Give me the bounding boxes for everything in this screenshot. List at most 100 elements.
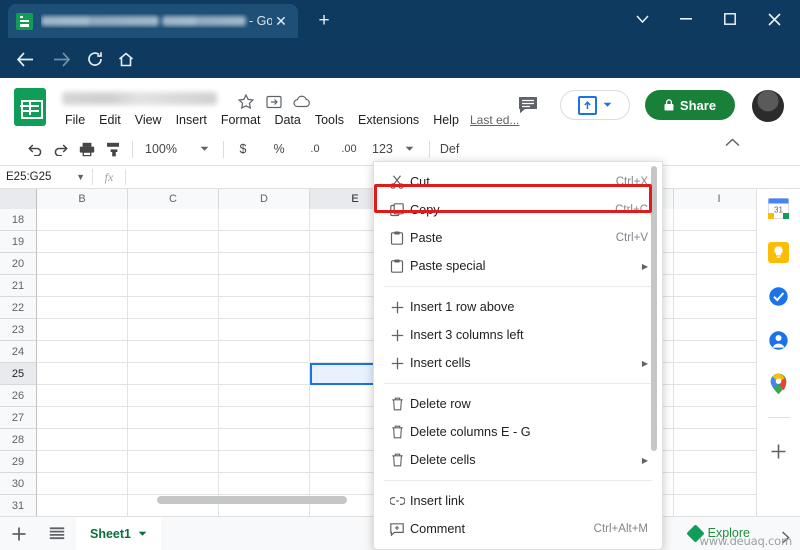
google-contacts-icon[interactable] bbox=[768, 329, 790, 351]
menu-format[interactable]: Format bbox=[214, 110, 268, 130]
context-menu-item-insert-row-above[interactable]: Insert 1 row above bbox=[374, 293, 662, 321]
google-tasks-icon[interactable] bbox=[768, 285, 790, 307]
google-maps-icon[interactable] bbox=[768, 373, 790, 395]
row-header-20[interactable]: 20 bbox=[0, 253, 37, 275]
select-all-corner[interactable] bbox=[0, 189, 37, 209]
browser-tab[interactable]: - Google Sh ✕ bbox=[8, 4, 298, 38]
row-header-19[interactable]: 19 bbox=[0, 231, 37, 253]
chevron-down-icon[interactable] bbox=[191, 137, 217, 161]
row-header-29[interactable]: 29 bbox=[0, 451, 37, 473]
comment-icon[interactable] bbox=[515, 92, 541, 118]
increase-decimal-button[interactable]: .00 bbox=[336, 137, 362, 161]
row-header-18[interactable]: 18 bbox=[0, 209, 37, 231]
row-header-31[interactable]: 31 bbox=[0, 495, 37, 517]
name-box[interactable]: E25:G25 ▼ bbox=[0, 165, 92, 189]
context-menu-scrollbar[interactable] bbox=[651, 166, 657, 451]
back-arrow-icon[interactable] bbox=[12, 46, 38, 72]
row-header-27[interactable]: 27 bbox=[0, 407, 37, 429]
present-button[interactable] bbox=[560, 90, 630, 120]
move-to-folder-icon[interactable] bbox=[263, 90, 285, 112]
context-menu-divider bbox=[384, 383, 652, 384]
column-header-I[interactable]: I bbox=[674, 189, 765, 209]
column-header-B[interactable]: B bbox=[37, 189, 128, 209]
number-format-button[interactable]: 123 bbox=[368, 137, 397, 161]
row-header-26[interactable]: 26 bbox=[0, 385, 37, 407]
chevron-down-icon[interactable] bbox=[620, 0, 664, 38]
menu-file[interactable]: File bbox=[58, 110, 92, 130]
home-icon[interactable] bbox=[113, 46, 139, 72]
context-menu-label: Delete cells bbox=[410, 453, 476, 467]
sheets-toolbar: 100% $ % .0 .00 123 Def bbox=[0, 134, 800, 164]
close-icon[interactable] bbox=[752, 0, 796, 38]
reload-icon[interactable] bbox=[82, 46, 108, 72]
context-menu-item-delete-cells[interactable]: Delete cells ▶ bbox=[374, 446, 662, 474]
context-menu-item-insert-link[interactable]: Insert link bbox=[374, 487, 662, 515]
row-header-28[interactable]: 28 bbox=[0, 429, 37, 451]
menu-edit[interactable]: Edit bbox=[92, 110, 128, 130]
context-menu-item-copy[interactable]: Copy Ctrl+C bbox=[374, 196, 662, 224]
decrease-decimal-button[interactable]: .0 bbox=[302, 137, 328, 161]
menu-insert[interactable]: Insert bbox=[169, 110, 214, 130]
context-menu-label: Insert cells bbox=[410, 356, 471, 370]
paint-format-icon[interactable] bbox=[100, 137, 126, 161]
google-sheets-logo bbox=[14, 88, 46, 126]
sheet-tab-label: Sheet1 bbox=[90, 526, 131, 541]
percent-format-button[interactable]: % bbox=[266, 137, 292, 161]
add-sheet-icon[interactable] bbox=[0, 517, 38, 550]
forward-arrow-icon[interactable] bbox=[48, 46, 74, 72]
row-header-23[interactable]: 23 bbox=[0, 319, 37, 341]
tab-strip: - Google Sh ✕ + bbox=[0, 0, 800, 38]
chevron-down-icon[interactable]: ▼ bbox=[76, 172, 85, 182]
row-header-25[interactable]: 25 bbox=[0, 363, 37, 385]
currency-format-button[interactable]: $ bbox=[230, 137, 256, 161]
undo-icon[interactable] bbox=[22, 137, 48, 161]
share-button[interactable]: Share bbox=[645, 90, 735, 120]
print-icon[interactable] bbox=[74, 137, 100, 161]
add-ons-plus-icon[interactable] bbox=[768, 440, 790, 462]
context-menu-item-insert-columns-left[interactable]: Insert 3 columns left bbox=[374, 321, 662, 349]
star-icon[interactable] bbox=[235, 90, 257, 112]
maximize-icon[interactable] bbox=[708, 0, 752, 38]
row-header-30[interactable]: 30 bbox=[0, 473, 37, 495]
menu-data[interactable]: Data bbox=[267, 110, 307, 130]
last-edit-link[interactable]: Last ed... bbox=[470, 113, 519, 127]
document-title[interactable] bbox=[62, 92, 217, 105]
horizontal-scroll-thumb[interactable] bbox=[157, 496, 347, 504]
row-header-24[interactable]: 24 bbox=[0, 341, 37, 363]
context-menu-item-paste[interactable]: Paste Ctrl+V bbox=[374, 224, 662, 252]
new-tab-button[interactable]: + bbox=[312, 9, 336, 33]
context-menu-item-insert-cells[interactable]: Insert cells ▶ bbox=[374, 349, 662, 377]
menu-bar: File Edit View Insert Format Data Tools … bbox=[58, 110, 466, 130]
collapse-caret-icon[interactable] bbox=[725, 138, 740, 147]
chevron-down-icon[interactable] bbox=[397, 137, 423, 161]
google-keep-icon[interactable] bbox=[768, 241, 790, 263]
redo-icon[interactable] bbox=[48, 137, 74, 161]
google-calendar-icon[interactable]: 31 bbox=[768, 197, 790, 219]
cloud-saved-icon[interactable] bbox=[291, 90, 313, 112]
context-menu[interactable]: Cut Ctrl+X Copy Ctrl+C Paste Ctrl+V Past… bbox=[373, 161, 663, 550]
context-menu-item-cut[interactable]: Cut Ctrl+X bbox=[374, 168, 662, 196]
context-menu-item-paste-special[interactable]: Paste special ▶ bbox=[374, 252, 662, 280]
close-icon[interactable]: ✕ bbox=[272, 12, 290, 30]
row-header-22[interactable]: 22 bbox=[0, 297, 37, 319]
minimize-icon[interactable] bbox=[664, 0, 708, 38]
chevron-down-icon[interactable] bbox=[138, 531, 147, 537]
sheet-tab-sheet1[interactable]: Sheet1 bbox=[76, 516, 161, 550]
menu-extensions[interactable]: Extensions bbox=[351, 110, 426, 130]
context-menu-item-delete-row[interactable]: Delete row bbox=[374, 390, 662, 418]
context-menu-label: Comment bbox=[410, 522, 465, 536]
all-sheets-icon[interactable] bbox=[38, 517, 76, 550]
column-header-C[interactable]: C bbox=[128, 189, 219, 209]
context-menu-label: Cut bbox=[410, 175, 430, 189]
row-header-21[interactable]: 21 bbox=[0, 275, 37, 297]
font-family-button[interactable]: Def bbox=[436, 137, 463, 161]
zoom-level[interactable]: 100% bbox=[139, 137, 191, 161]
menu-help[interactable]: Help bbox=[426, 110, 466, 130]
menu-tools[interactable]: Tools bbox=[308, 110, 351, 130]
menu-view[interactable]: View bbox=[128, 110, 169, 130]
column-header-D[interactable]: D bbox=[219, 189, 310, 209]
context-menu-item-comment[interactable]: Comment Ctrl+Alt+M bbox=[374, 515, 662, 543]
context-menu-label: Paste bbox=[410, 231, 443, 245]
user-avatar[interactable] bbox=[752, 90, 784, 122]
context-menu-item-delete-columns[interactable]: Delete columns E - G bbox=[374, 418, 662, 446]
